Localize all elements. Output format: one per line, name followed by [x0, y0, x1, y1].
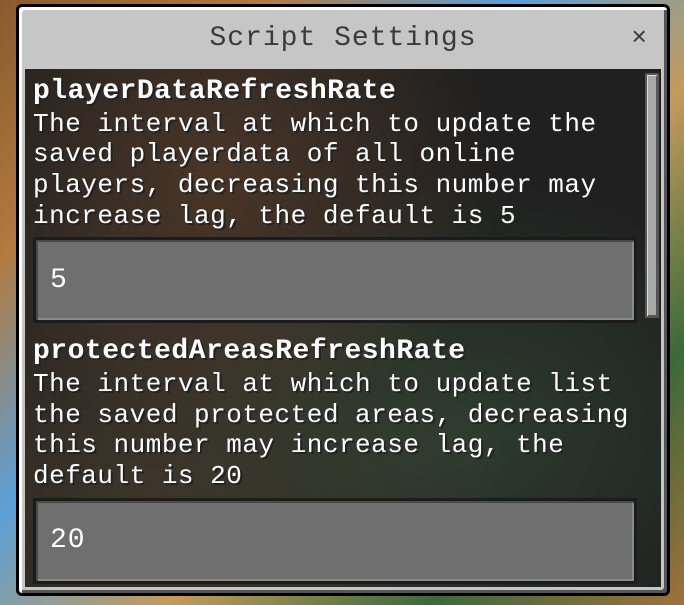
content-area: playerDataRefreshRate The interval at wh… [25, 69, 661, 587]
scrollbar[interactable] [645, 73, 659, 583]
scrollbar-thumb[interactable] [645, 73, 659, 318]
setting-item: protectedAreasRefreshRate The interval a… [33, 335, 637, 583]
setting-name: protectedAreasRefreshRate [33, 335, 637, 369]
protectedareasrefreshrate-input[interactable] [50, 525, 620, 556]
playerdatarefreshrate-input[interactable] [50, 265, 620, 296]
settings-scroll: playerDataRefreshRate The interval at wh… [25, 69, 645, 587]
settings-window: Script Settings × playerDataRefreshRate … [16, 4, 670, 596]
titlebar: Script Settings × [19, 7, 667, 69]
setting-name: playerDataRefreshRate [33, 75, 637, 109]
setting-item: playerDataRefreshRate The interval at wh… [33, 75, 637, 323]
setting-description: The interval at which to update the save… [33, 109, 637, 232]
settings-list: playerDataRefreshRate The interval at wh… [33, 75, 637, 584]
setting-description: The interval at which to update list the… [33, 369, 637, 492]
setting-input-wrap[interactable] [33, 237, 637, 323]
close-icon[interactable]: × [631, 25, 647, 51]
window-title: Script Settings [209, 23, 476, 54]
setting-input-wrap[interactable] [33, 498, 637, 584]
